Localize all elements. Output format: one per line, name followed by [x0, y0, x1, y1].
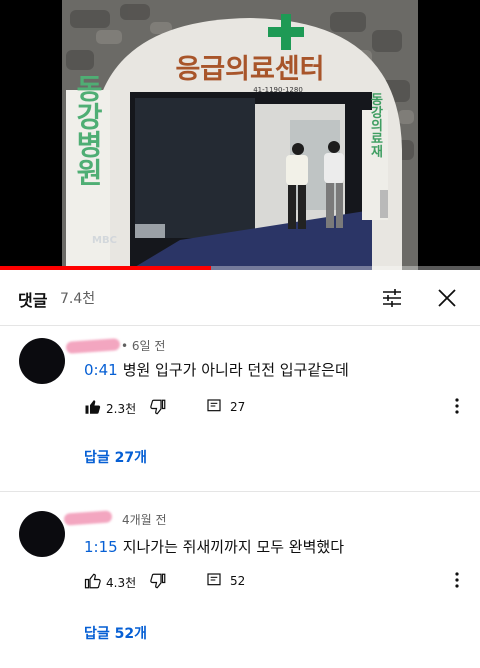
sort-button[interactable] [376, 282, 408, 314]
view-replies-link[interactable]: 답글 52개 [84, 623, 147, 643]
like-count: 4.3천 [106, 576, 137, 590]
reply-button[interactable] [206, 572, 222, 588]
comment-age: • 6일 전 [121, 339, 166, 353]
comment-body: 지나가는 쥐새끼까지 모두 완벽했다 [122, 538, 344, 556]
comment-thread: • 6일 전 0:41병원 입구가 아니라 던전 입구같은데 2.3천 27 [0, 326, 480, 492]
video-frame: 응급의료센터 41-1190-1280 동강병원 동강의료재 MBC [0, 0, 480, 270]
comments-title: 댓글 [18, 291, 48, 310]
comment-age: 4개월 전 [122, 513, 167, 527]
comment-text: 0:41 병원 입구가 아니라 던전 입구같은데 [84, 359, 349, 380]
close-icon [438, 289, 456, 307]
thumbs-down-icon [150, 573, 166, 589]
reply-button[interactable] [206, 398, 222, 414]
video-player[interactable]: 응급의료센터 41-1190-1280 동강병원 동강의료재 MBC [0, 0, 480, 270]
reply-comment-icon [207, 573, 221, 586]
avatar[interactable] [19, 338, 65, 384]
comment-thread: 4개월 전 1:15 지나가는 쥐새끼까지 모두 완벽했다 4.3천 52 답글… [0, 493, 480, 668]
comment-body: 병원 입구가 아니라 던전 입구같은데 [122, 361, 349, 379]
avatar[interactable] [19, 511, 65, 557]
reply-comment-icon [207, 399, 221, 412]
sign-main-text: 응급의료센터 [175, 54, 324, 85]
close-button[interactable] [431, 282, 463, 314]
reply-count: 27 [230, 400, 246, 414]
comment-timestamp-link[interactable]: 0:41 [84, 361, 118, 379]
person-figure [324, 141, 344, 228]
comments-count: 7.4천 [60, 291, 96, 307]
broadcaster-watermark: MBC [92, 235, 117, 246]
like-button[interactable] [84, 572, 102, 590]
sign-phone-text: 41-1190-1280 [253, 86, 303, 94]
dislike-button[interactable] [149, 398, 167, 416]
more-vertical-icon [455, 572, 459, 588]
comment-actions: 4.3천 52 [84, 572, 474, 592]
sign-right-text: 동강의료재 [368, 93, 383, 159]
comments-header: 댓글 7.4천 [0, 270, 480, 326]
like-button[interactable] [84, 398, 102, 416]
like-count: 2.3천 [106, 402, 137, 416]
thumbs-down-icon [150, 399, 166, 415]
redacted-author-name [63, 510, 113, 526]
more-options-button[interactable] [454, 398, 460, 414]
view-replies-link[interactable]: 답글 27개 [84, 447, 147, 467]
thumbs-up-icon [84, 573, 101, 589]
more-vertical-icon [455, 398, 459, 414]
sign-left-text: 동강병원 [72, 74, 105, 186]
dislike-button[interactable] [149, 572, 167, 590]
reply-count: 52 [230, 574, 246, 588]
sort-sliders-icon [383, 289, 401, 307]
thumbs-up-filled-icon [85, 400, 101, 414]
redacted-author-name [65, 338, 121, 354]
more-options-button[interactable] [454, 572, 460, 588]
comment-timestamp-link[interactable]: 1:15 [84, 538, 118, 556]
comment-actions: 2.3천 27 [84, 398, 474, 418]
comment-text: 1:15 지나가는 쥐새끼까지 모두 완벽했다 [84, 536, 344, 557]
